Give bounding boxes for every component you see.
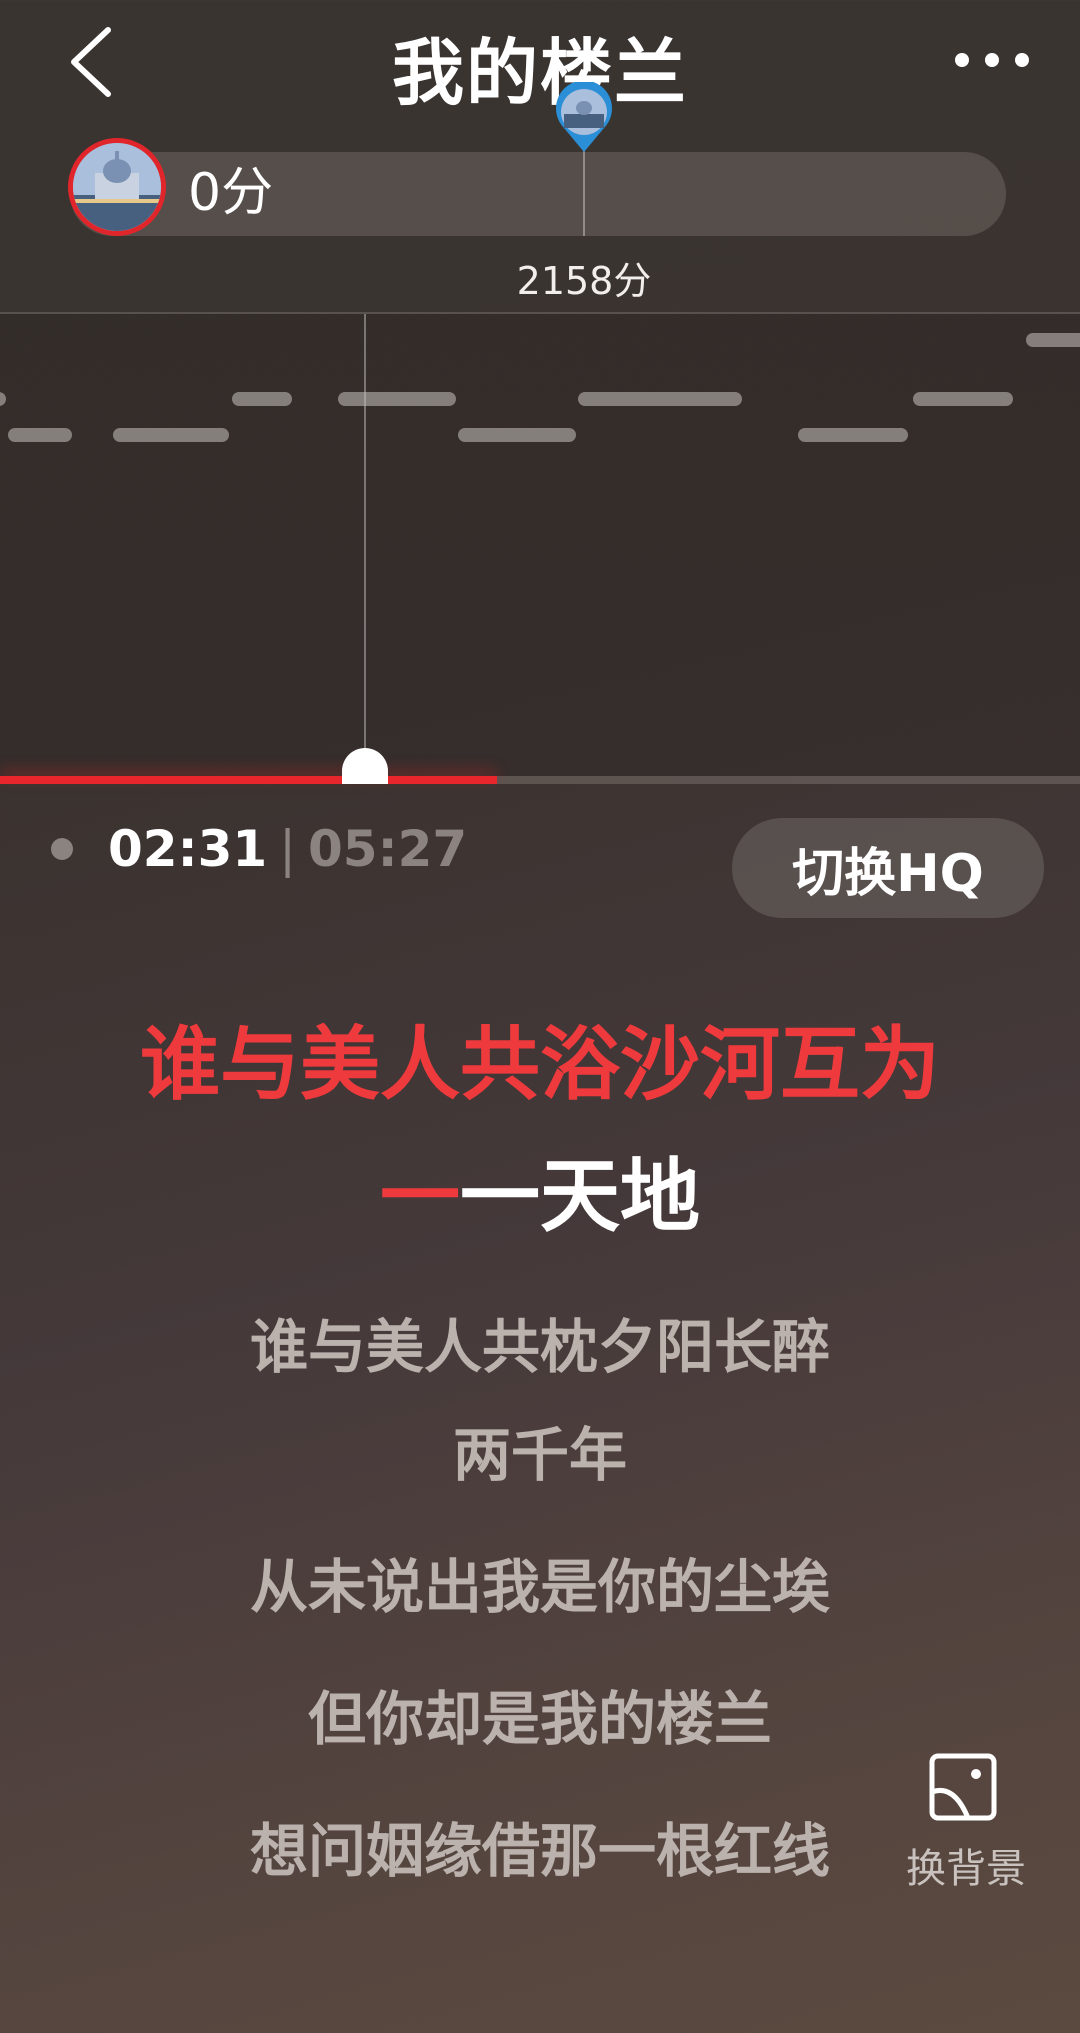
target-score-marker-line xyxy=(583,140,585,236)
lyric-line: 从未说出我是你的尘埃 xyxy=(249,1553,830,1621)
avatar[interactable] xyxy=(68,138,166,236)
change-background-button[interactable]: 换背景 xyxy=(898,1752,1034,1892)
pitch-note xyxy=(8,428,72,442)
pitch-note xyxy=(798,428,908,442)
lyric-line: 谁与美人共枕夕阳长醉 xyxy=(249,1313,830,1381)
unsung-portion: 一天地 xyxy=(460,1150,700,1243)
avatar-image xyxy=(73,143,161,231)
record-indicator-dot xyxy=(51,838,73,860)
pitch-note xyxy=(113,428,229,442)
pitch-note xyxy=(1026,333,1080,347)
pitch-note xyxy=(458,428,576,442)
target-score: 2158分 xyxy=(516,259,652,303)
top-bar: 我的楼兰 xyxy=(0,0,1080,130)
current-lyric-line-continued: 一一天地 xyxy=(0,1132,1080,1248)
pitch-note xyxy=(913,392,1013,406)
change-background-label: 换背景 xyxy=(906,1846,1026,1892)
current-lyric-line: 谁与美人共浴沙河互为 xyxy=(140,1018,940,1111)
current-time: 02:31 xyxy=(108,820,268,878)
target-pin-icon xyxy=(550,80,618,154)
current-score: 0分 xyxy=(188,163,274,223)
song-title: 我的楼兰 xyxy=(391,31,688,115)
time-separator: | xyxy=(279,820,297,878)
time-display: 02:31 | 05:27 xyxy=(108,818,467,880)
pitch-note xyxy=(232,392,292,406)
switch-hq-button[interactable]: 切换HQ xyxy=(732,818,1044,918)
pitch-note xyxy=(338,392,456,406)
lyric-line: 但你却是我的楼兰 xyxy=(307,1685,772,1753)
total-time: 05:27 xyxy=(308,820,468,878)
more-button[interactable] xyxy=(952,40,1032,80)
more-dots-icon xyxy=(955,53,1029,67)
pitch-visualizer xyxy=(0,314,1080,784)
pitch-note xyxy=(578,392,742,406)
lyric-line: 两千年 xyxy=(452,1421,627,1489)
progress-fill xyxy=(0,776,497,784)
image-swap-icon xyxy=(928,1752,998,1822)
pitch-cursor-line xyxy=(364,314,366,774)
sung-portion: 一 xyxy=(380,1150,460,1243)
